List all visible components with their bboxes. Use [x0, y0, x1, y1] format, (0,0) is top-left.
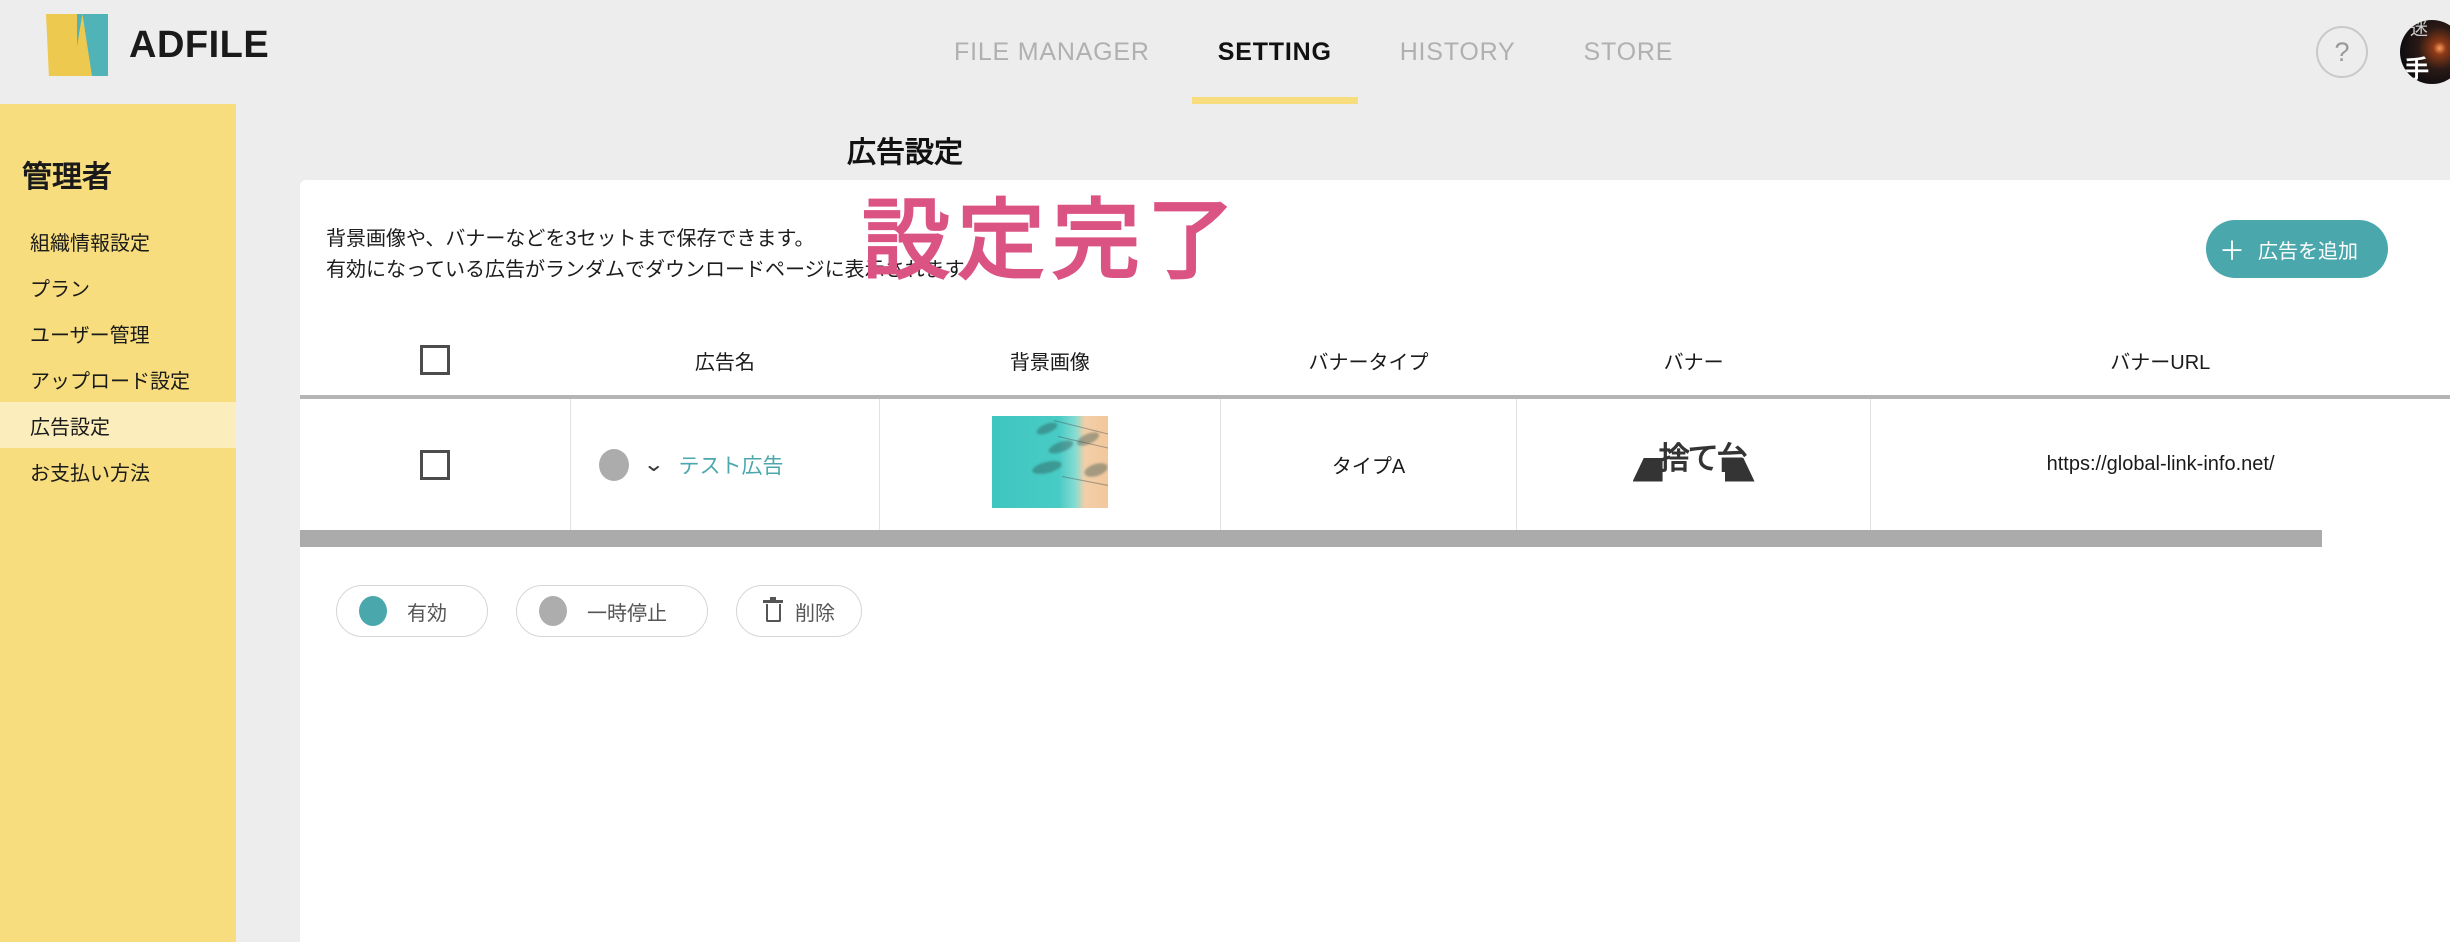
nav-tab-history[interactable]: HISTORY	[1366, 0, 1550, 104]
main-nav: FILE MANAGER SETTING HISTORY STORE	[920, 0, 1707, 104]
plus-icon: ＋	[2218, 235, 2245, 266]
row-ad-name-cell: ⌄ テスト広告	[569, 397, 880, 530]
row-select-cell	[300, 397, 570, 530]
column-header-banner: バナー	[1516, 325, 1871, 399]
sidebar-title: 管理者	[22, 161, 112, 194]
banner-text: 捨て台	[1658, 441, 1748, 476]
sidebar-item-ad-settings[interactable]: 広告設定	[0, 402, 236, 448]
question-mark-icon[interactable]: ?	[2316, 26, 2368, 78]
sidebar-item-plan[interactable]: プラン	[0, 264, 236, 310]
column-header-ad-name: 広告名	[570, 325, 880, 399]
horizontal-scrollbar-thumb[interactable]	[300, 530, 2322, 547]
row-banner-url-cell: https://global-link-info.net/	[1870, 397, 2450, 530]
main-content: 広告設定 背景画像や、バナーなどを3セットまで保存できます。 有効になっている広…	[236, 104, 2450, 942]
card-header: 背景画像や、バナーなどを3セットまで保存できます。 有効になっている広告がランダ…	[300, 180, 2450, 325]
card-description-line-1: 背景画像や、バナーなどを3セットまで保存できます。	[326, 228, 815, 250]
card-description-line-2: 有効になっている広告がランダムでダウンロードページに表示されます。	[326, 259, 983, 281]
app-header: ADFILE FILE MANAGER SETTING HISTORY STOR…	[0, 0, 2450, 104]
enable-status-dot	[359, 596, 387, 626]
banner-thumbnail[interactable]: 捨て台	[1632, 441, 1755, 482]
ad-name-link[interactable]: テスト広告	[678, 450, 783, 480]
adfile-logo-icon	[46, 14, 108, 76]
avatar-glyph-top: 迷	[2410, 20, 2428, 39]
user-avatar[interactable]: 迷 手	[2400, 20, 2450, 84]
sidebar-item-organization-settings[interactable]: 組織情報設定	[0, 218, 236, 264]
ads-table-wrapper: 広告名 背景画像 バナータイプ バナー バナーURL ⌄ テスト広告 タイプA …	[300, 325, 2450, 551]
row-banner-type-cell: タイプA	[1219, 397, 1517, 530]
pause-status-dot	[539, 596, 567, 626]
status-indicator-dot[interactable]	[598, 448, 629, 481]
sidebar-item-upload-settings[interactable]: アップロード設定	[0, 356, 236, 402]
nav-tab-store[interactable]: STORE	[1550, 0, 1708, 104]
brand-name: ADFILE	[129, 23, 270, 66]
nav-tab-setting[interactable]: SETTING	[1184, 0, 1366, 104]
column-header-banner-url: バナーURL	[1870, 325, 2450, 399]
pause-button-label: 一時停止	[587, 602, 667, 625]
column-header-background-image: 背景画像	[879, 325, 1221, 399]
ad-settings-card: 背景画像や、バナーなどを3セットまで保存できます。 有効になっている広告がランダ…	[300, 180, 2450, 942]
trash-icon	[763, 597, 783, 622]
row-background-image-cell	[878, 397, 1221, 530]
add-ad-button[interactable]: ＋ 広告を追加	[2206, 220, 2388, 278]
bulk-actions-bar: 有効 一時停止 削除	[300, 551, 2450, 671]
card-description: 背景画像や、バナーなどを3セットまで保存できます。 有効になっている広告がランダ…	[326, 224, 983, 286]
brand-logo[interactable]: ADFILE	[46, 14, 269, 76]
chevron-down-icon[interactable]: ⌄	[643, 454, 665, 475]
delete-button-label: 削除	[795, 602, 835, 625]
background-image-thumbnail[interactable]	[991, 415, 1108, 508]
horizontal-scrollbar-track[interactable]	[300, 530, 2450, 551]
ads-table: 広告名 背景画像 バナータイプ バナー バナーURL ⌄ テスト広告 タイプA …	[300, 325, 2450, 530]
select-all-header	[300, 325, 571, 399]
table-row[interactable]: ⌄ テスト広告 タイプA 捨て台 https://global-link-inf…	[300, 397, 2450, 530]
row-banner-cell: 捨て台	[1516, 397, 1871, 530]
sidebar-item-user-management[interactable]: ユーザー管理	[0, 310, 236, 356]
page-title: 広告設定	[846, 137, 963, 169]
pause-button[interactable]: 一時停止	[516, 585, 708, 637]
ads-table-head: 広告名 背景画像 バナータイプ バナー バナーURL	[300, 325, 2450, 399]
avatar-glyph: 手	[2404, 56, 2430, 84]
enable-button-label: 有効	[407, 602, 447, 625]
select-all-checkbox[interactable]	[420, 345, 451, 375]
table-header-row: 広告名 背景画像 バナータイプ バナー バナーURL	[300, 325, 2450, 399]
ads-table-body: ⌄ テスト広告 タイプA 捨て台 https://global-link-inf…	[300, 397, 2450, 530]
nav-tab-file-manager[interactable]: FILE MANAGER	[920, 0, 1184, 104]
delete-button[interactable]: 削除	[736, 585, 862, 637]
column-header-banner-type: バナータイプ	[1220, 325, 1517, 399]
enable-button[interactable]: 有効	[336, 585, 488, 637]
sidebar-menu: 組織情報設定 プラン ユーザー管理 アップロード設定 広告設定 お支払い方法	[0, 218, 236, 494]
add-ad-button-label: 広告を追加	[2258, 240, 2358, 263]
sidebar-item-payment-method[interactable]: お支払い方法	[0, 448, 236, 494]
sidebar: 管理者 組織情報設定 プラン ユーザー管理 アップロード設定 広告設定 お支払い…	[0, 104, 236, 942]
row-checkbox[interactable]	[419, 449, 450, 480]
